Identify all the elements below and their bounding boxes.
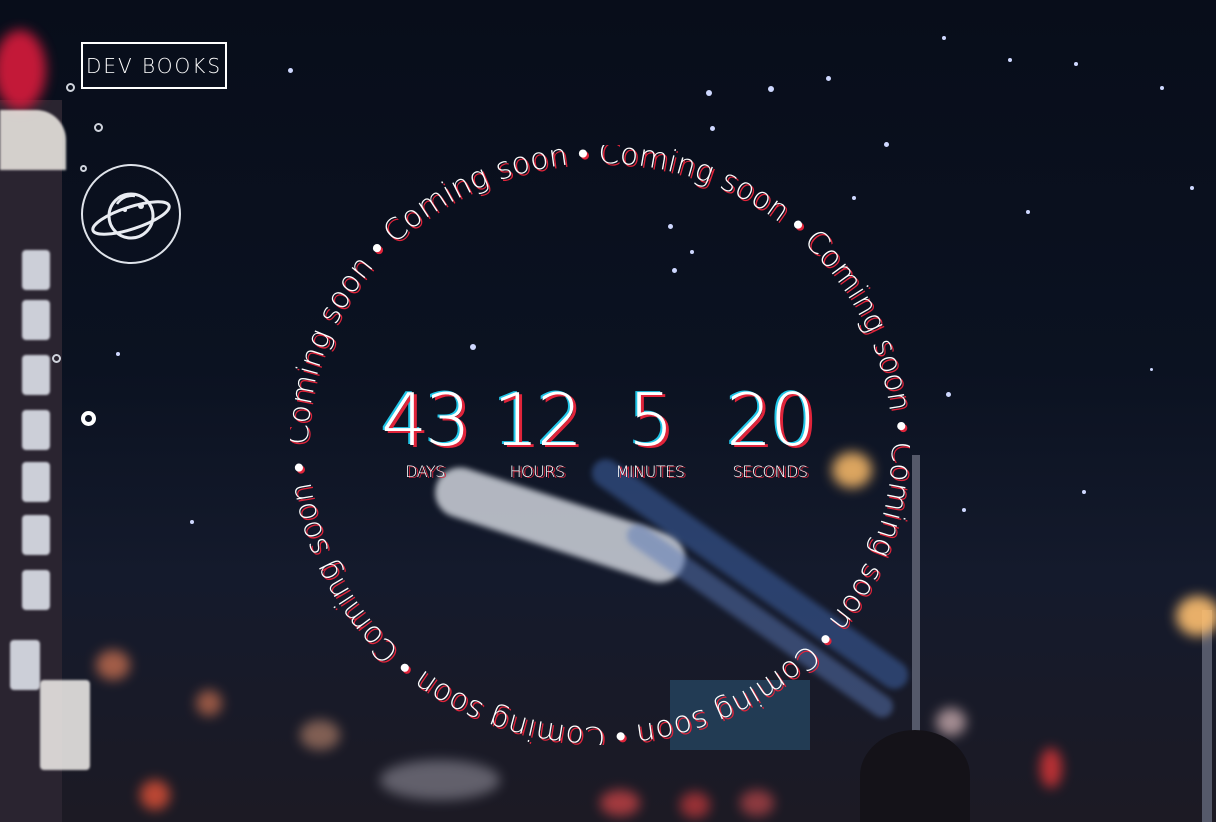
hours-label: HOURS [509, 462, 565, 481]
seconds-value: 20 [726, 378, 816, 462]
nav-dot-1[interactable] [66, 83, 75, 92]
star [116, 352, 120, 356]
city-light [140, 780, 170, 810]
lamp-post [1202, 610, 1212, 822]
star [288, 68, 293, 73]
building-window [22, 515, 50, 555]
star [942, 36, 946, 40]
building-window [10, 640, 40, 690]
city-light [96, 650, 130, 680]
city-light [680, 792, 710, 818]
hours-value: 12 [493, 378, 583, 462]
planet-button[interactable] [81, 164, 181, 264]
nav-dot-2[interactable] [94, 123, 103, 132]
minutes-label: MINUTES [615, 462, 685, 481]
building-window [22, 570, 50, 610]
star [768, 86, 774, 92]
star [826, 76, 831, 81]
star [1074, 62, 1078, 66]
countdown-minutes: 5 MINUTES [600, 380, 700, 481]
brand-logo-button[interactable]: DEV BOOKS [81, 42, 227, 89]
star [1190, 186, 1194, 190]
days-label: DAYS [405, 462, 445, 481]
city-light [600, 790, 640, 816]
nav-dot-3[interactable] [52, 354, 61, 363]
building-window [0, 110, 66, 170]
star [1160, 86, 1164, 90]
countdown-days: 43 DAYS [380, 378, 471, 481]
star [706, 90, 712, 96]
star [946, 392, 951, 397]
star [190, 520, 194, 524]
city-light [380, 760, 500, 800]
building-window [22, 250, 50, 290]
brand-label: DEV BOOKS [85, 53, 223, 78]
countdown: 43 DAYS 12 HOURS 5 MINUTES 20 SECONDS [380, 380, 840, 500]
seconds-label: SECONDS [732, 462, 808, 481]
city-light [196, 690, 222, 716]
star [710, 126, 715, 131]
planet-icon [91, 192, 171, 240]
neon-sign [0, 30, 46, 110]
building-window [22, 410, 50, 450]
countdown-seconds: 20 SECONDS [710, 380, 830, 481]
city-light [1040, 748, 1062, 788]
city-light [740, 790, 774, 816]
lamp-post [912, 455, 920, 755]
star [1150, 368, 1153, 371]
lamp-light [1176, 596, 1216, 636]
star [1082, 490, 1086, 494]
nav-dot-5-active[interactable] [81, 411, 96, 426]
city-light [936, 708, 966, 736]
star [1008, 58, 1012, 62]
star [1026, 210, 1030, 214]
days-value: 43 [381, 378, 471, 462]
building-window [22, 355, 50, 395]
countdown-hours: 12 HOURS [492, 378, 583, 481]
minutes-value: 5 [628, 378, 674, 462]
star [962, 508, 966, 512]
building-window [40, 680, 90, 770]
building-window [22, 300, 50, 340]
building-window [22, 462, 50, 502]
